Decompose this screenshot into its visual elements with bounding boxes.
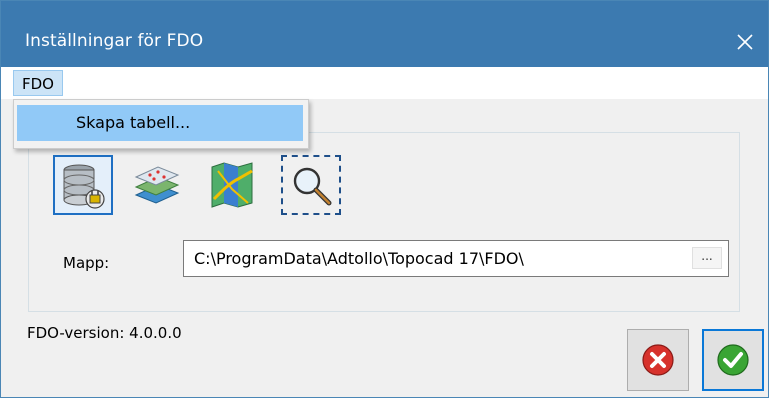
settings-window: Inställningar för FDO FDO Mapp: C:\Progr… [0, 0, 769, 398]
menu-fdo[interactable]: FDO [13, 70, 63, 96]
zoom-selection-icon [293, 167, 332, 206]
mapp-label: Mapp: [63, 254, 110, 272]
menu-item-skapa-tabell[interactable]: Skapa tabell... [17, 105, 303, 141]
close-icon [737, 34, 753, 50]
layers-button[interactable] [128, 155, 188, 215]
database-connection-button[interactable] [53, 155, 113, 215]
cancel-button[interactable] [627, 329, 689, 391]
fdo-dropdown-menu: Skapa tabell... [13, 99, 309, 149]
database-plug-icon [63, 164, 105, 209]
zoom-selection-button[interactable] [281, 155, 341, 215]
window-title: Inställningar för FDO [25, 31, 204, 51]
map-button[interactable] [204, 155, 264, 215]
mapp-path-field[interactable]: C:\ProgramData\Adtollo\Topocad 17\FDO\ .… [183, 240, 729, 277]
version-text: FDO-version: 4.0.0.0 [27, 324, 182, 342]
menu-item-label: Skapa tabell... [76, 113, 191, 132]
menu-bar: FDO [1, 67, 768, 99]
close-button[interactable] [722, 19, 768, 65]
map-roads-icon [211, 162, 253, 208]
layers-map-icon [134, 166, 180, 204]
title-bar: Inställningar för FDO [1, 1, 768, 67]
cancel-icon [642, 344, 674, 376]
browse-button[interactable]: ... [692, 247, 722, 269]
ok-button[interactable] [702, 329, 764, 391]
ok-check-icon [717, 344, 749, 376]
mapp-path-value: C:\ProgramData\Adtollo\Topocad 17\FDO\ [194, 249, 524, 268]
